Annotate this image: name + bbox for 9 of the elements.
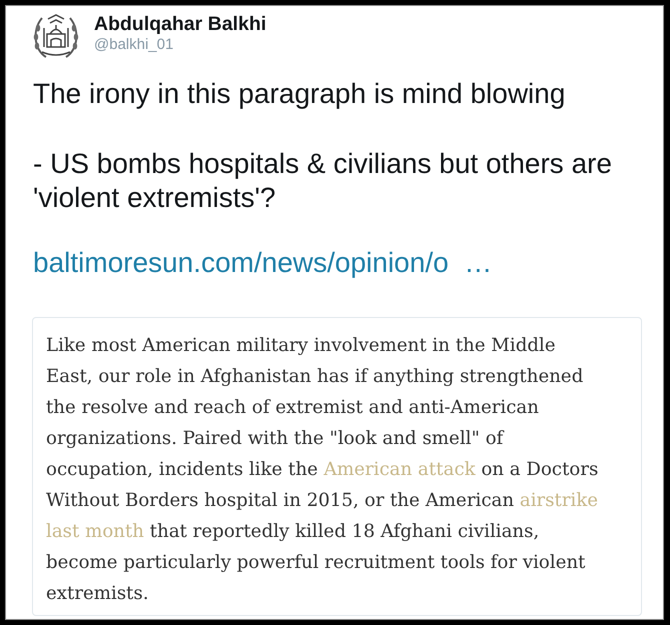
article-link[interactable]: airstrike: [520, 490, 598, 511]
display-name[interactable]: Abdulqahar Balkhi: [94, 13, 266, 36]
tweet-text: - US bombs hospitals & civilians but others are 'violent extremists'?: [33, 147, 613, 215]
article-link[interactable]: last month: [46, 521, 144, 542]
quote-paragraph: Like most American military involvement in the Middle East, our role in Afghanistan has if anything strengthened the resolve and reach of extremist and anti-American organizations. Paired with the "look and smell" of occupation, incidents like the American attack on a Doctors Without Borders hospital in 2015, or the American airstrike last month that reportedly killed 18 Afghani civilians, become particularly powerful recruitment tools for violent extremists.: [46, 334, 600, 606]
article-url-link[interactable]: baltimoresun.com/news/opinion/o …: [33, 246, 492, 280]
article-link[interactable]: American attack: [324, 459, 476, 480]
tweet-text: The irony in this paragraph is mind blowing: [33, 77, 566, 111]
user-handle[interactable]: @balkhi_01: [94, 36, 174, 54]
